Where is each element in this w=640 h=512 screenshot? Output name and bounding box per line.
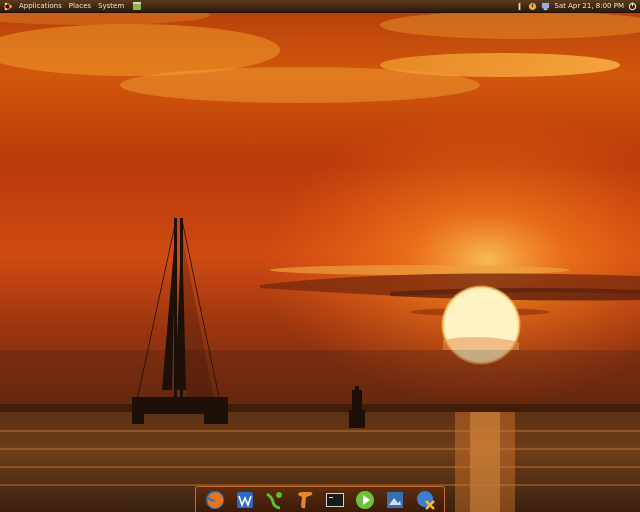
chat-launcher[interactable] xyxy=(414,489,436,511)
applications-menu[interactable]: Applications xyxy=(19,0,62,12)
scroll-app-launcher[interactable] xyxy=(294,489,316,511)
application-dock xyxy=(195,486,445,512)
terminal-launcher[interactable] xyxy=(324,489,346,511)
network-manager-icon[interactable] xyxy=(515,2,524,11)
terminal-icon xyxy=(326,492,344,507)
main-menu-bar: Applications Places System xyxy=(0,0,142,12)
media-player-launcher[interactable] xyxy=(354,489,376,511)
trash-launcher-icon[interactable] xyxy=(132,1,142,11)
writer-icon xyxy=(237,491,253,508)
shutdown-icon[interactable] xyxy=(628,1,637,11)
tux-paint-icon xyxy=(266,491,282,509)
update-notifier-icon[interactable] xyxy=(528,2,537,11)
tux-paint-launcher[interactable] xyxy=(264,489,286,511)
scroll-app-icon xyxy=(298,491,313,508)
system-menu[interactable]: System xyxy=(98,0,124,12)
places-menu[interactable]: Places xyxy=(69,0,91,12)
image-viewer-icon xyxy=(387,491,403,508)
desktop-wallpaper xyxy=(0,0,640,512)
clock[interactable]: Sat Apr 21, 8:00 PM xyxy=(554,0,624,12)
top-panel: Applications Places System Sat Apr 21, 8… xyxy=(0,0,640,13)
firefox-icon xyxy=(206,490,224,509)
chat-icon xyxy=(417,490,435,510)
image-viewer-launcher[interactable] xyxy=(384,489,406,511)
ubuntu-logo-icon[interactable] xyxy=(3,2,12,11)
display-icon[interactable] xyxy=(541,2,550,11)
system-tray: Sat Apr 21, 8:00 PM xyxy=(515,0,640,12)
writer-launcher[interactable] xyxy=(234,489,256,511)
media-play-icon xyxy=(356,490,374,509)
firefox-launcher[interactable] xyxy=(204,489,226,511)
